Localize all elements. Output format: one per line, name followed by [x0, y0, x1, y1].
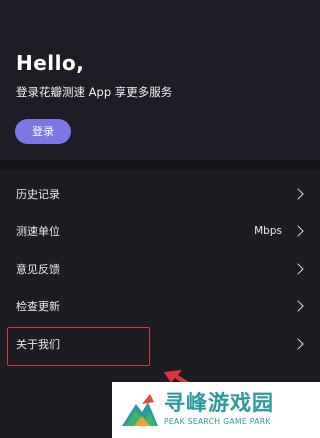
menu-item-speed-unit[interactable]: 测速单位 Mbps [0, 213, 320, 251]
menu-item-history[interactable]: 历史记录 [0, 175, 320, 213]
chevron-right-icon [292, 263, 304, 275]
profile-header: Hello, 登录花瓣测速 App 享更多服务 登录 [0, 0, 320, 160]
mountain-logo-icon [122, 394, 158, 426]
watermark-banner: 寻峰游戏园 PEAK SEARCH GAME PARK [112, 382, 320, 438]
login-prompt-text: 登录花瓣测速 App 享更多服务 [16, 85, 173, 99]
watermark-title: 寻峰游戏园 [164, 391, 274, 415]
menu-item-label: 检查更新 [16, 300, 60, 314]
greeting-text: Hello, [16, 51, 85, 75]
section-divider [0, 160, 320, 170]
chevron-right-icon [292, 300, 304, 312]
chevron-right-icon [292, 338, 304, 350]
menu-item-feedback[interactable]: 意见反馈 [0, 250, 320, 288]
menu-item-label: 意见反馈 [16, 262, 60, 276]
chevron-right-icon [292, 188, 304, 200]
menu-item-label: 测速单位 [16, 225, 60, 239]
about-highlight-box [7, 327, 150, 366]
watermark-subtitle: PEAK SEARCH GAME PARK [164, 417, 271, 426]
menu-item-check-update[interactable]: 检查更新 [0, 288, 320, 326]
login-button[interactable]: 登录 [15, 119, 71, 144]
menu-item-label: 历史记录 [16, 187, 60, 201]
speed-unit-value: Mbps [254, 225, 282, 238]
chevron-right-icon [292, 225, 304, 237]
